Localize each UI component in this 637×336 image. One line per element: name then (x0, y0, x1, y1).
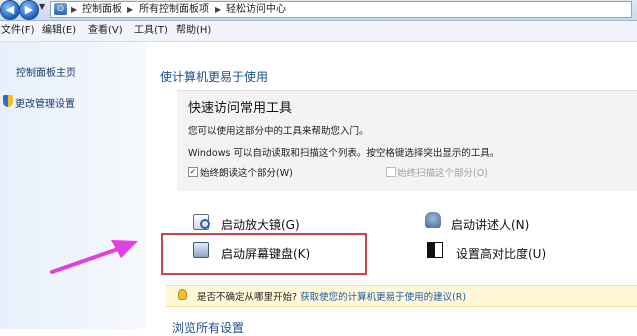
annotation-arrow-icon (50, 240, 138, 274)
